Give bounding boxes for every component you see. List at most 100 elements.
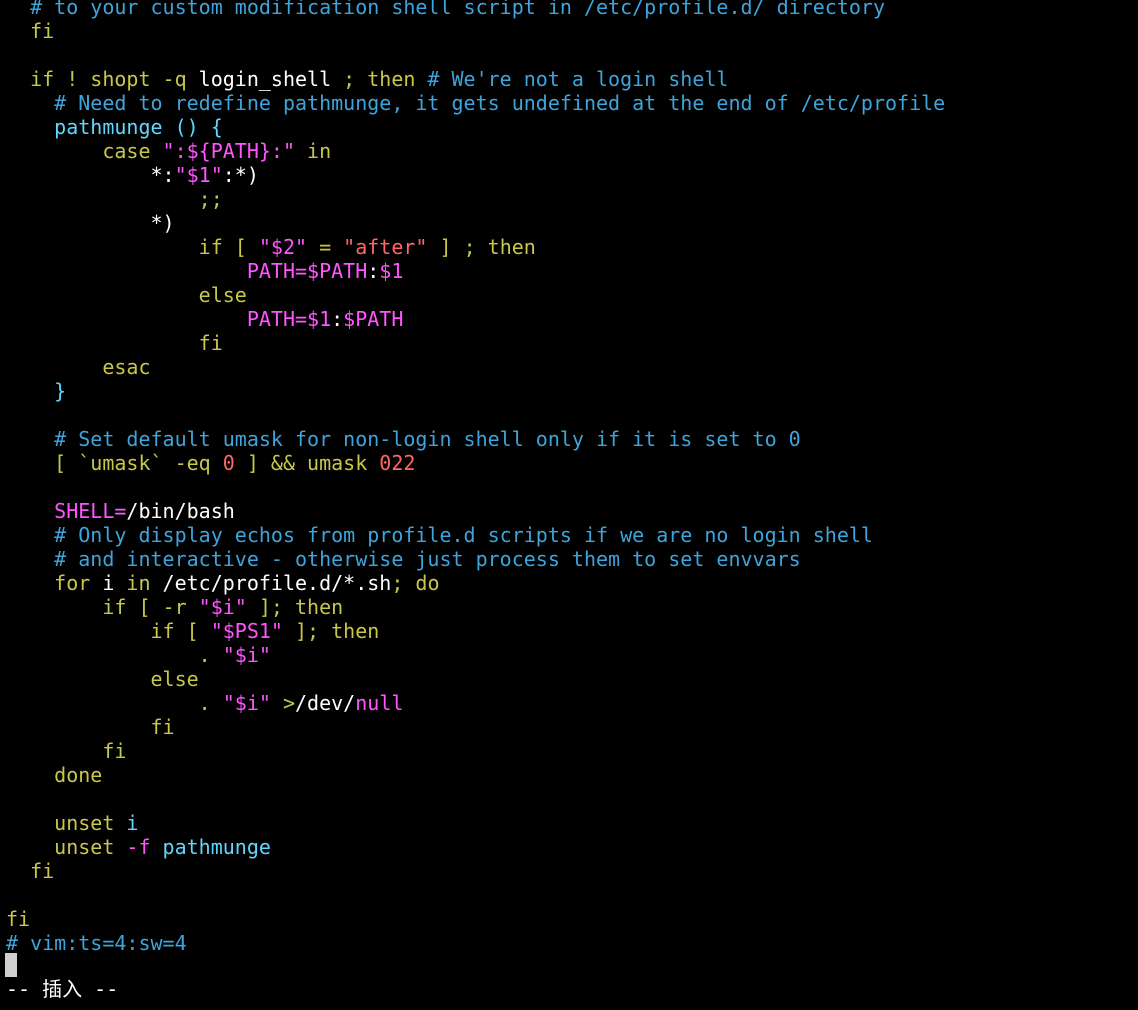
code-text: /etc/profile.d/*.sh xyxy=(162,571,392,595)
code-keyword: if [ xyxy=(6,235,259,259)
code-keyword: [ `umask` -eq xyxy=(6,451,223,475)
code-text: *) xyxy=(6,211,175,235)
code-line[interactable]: . "$i" >/dev/null xyxy=(6,691,404,715)
code-comment: # vim:ts=4:sw=4 xyxy=(6,931,187,955)
code-string: PATH=$1 xyxy=(6,307,332,331)
code-keyword: . xyxy=(6,643,223,667)
code-line[interactable]: # Need to redefine pathmunge, it gets un… xyxy=(6,91,945,115)
code-line[interactable]: PATH=$1:$PATH xyxy=(6,307,404,331)
code-keyword: fi xyxy=(6,331,223,355)
code-line[interactable]: if ! shopt -q login_shell ; then # We're… xyxy=(6,67,728,91)
code-string: ":${PATH}:" xyxy=(162,139,295,163)
code-keyword: esac xyxy=(6,355,151,379)
code-line[interactable]: fi xyxy=(6,907,30,931)
code-keyword: for xyxy=(6,571,103,595)
code-line[interactable]: SHELL=/bin/bash xyxy=(6,499,235,523)
code-line[interactable]: fi xyxy=(6,715,175,739)
code-string: "$i" xyxy=(222,691,271,715)
code-line[interactable]: ;; xyxy=(6,187,223,211)
code-line[interactable]: if [ "$2" = "after" ] ; then xyxy=(6,235,536,259)
code-line[interactable]: fi xyxy=(6,19,54,43)
code-identifier: pathmunge () { xyxy=(6,115,223,139)
code-comment: # Only display echos from profile.d scri… xyxy=(6,523,873,547)
code-identifier: } xyxy=(6,379,67,403)
code-keyword: else xyxy=(6,667,199,691)
code-keyword: unset xyxy=(6,811,127,835)
code-keyword: ;; xyxy=(6,187,223,211)
code-line[interactable]: unset i xyxy=(6,811,138,835)
code-string: $1 xyxy=(379,259,404,283)
code-string: $PATH xyxy=(343,307,404,331)
code-text: : xyxy=(331,307,344,331)
code-line[interactable]: [ `umask` -eq 0 ] && umask 022 xyxy=(6,451,415,475)
code-constant: 022 xyxy=(379,451,416,475)
code-string: "$PS1" xyxy=(210,619,283,643)
code-line[interactable]: # Only display echos from profile.d scri… xyxy=(6,523,873,547)
code-keyword: fi xyxy=(6,715,175,739)
code-line[interactable]: unset -f pathmunge xyxy=(6,835,271,859)
code-identifier: pathmunge xyxy=(162,835,271,859)
terminal-window[interactable]: # to your custom modification shell scri… xyxy=(0,0,1138,1010)
code-line[interactable]: else xyxy=(6,283,247,307)
code-line[interactable]: *) xyxy=(6,211,175,235)
code-string: "$i" xyxy=(198,595,247,619)
code-comment: # to your custom modification shell scri… xyxy=(6,0,885,19)
code-line[interactable]: fi xyxy=(6,739,126,763)
code-comment: # and interactive - otherwise just proce… xyxy=(6,547,801,571)
code-keyword: case xyxy=(6,139,163,163)
code-keyword: fi xyxy=(6,859,55,883)
code-string: "$1" xyxy=(174,163,223,187)
code-comment: # We're not a login shell xyxy=(427,67,729,91)
code-keyword: if [ xyxy=(6,619,211,643)
code-string: "$2" xyxy=(258,235,308,259)
code-constant: 0 xyxy=(222,451,235,475)
code-keyword xyxy=(6,163,151,187)
code-keyword: ; do xyxy=(391,571,440,595)
code-line[interactable]: pathmunge () { xyxy=(6,115,223,139)
code-line[interactable]: # to your custom modification shell scri… xyxy=(6,0,885,19)
code-string: PATH=$PATH xyxy=(6,259,368,283)
code-constant: "after" xyxy=(343,235,428,259)
code-line[interactable]: . "$i" xyxy=(6,643,271,667)
code-keyword: unset xyxy=(6,835,127,859)
code-text: /dev/ xyxy=(295,691,356,715)
code-keyword: if ! shopt -q xyxy=(6,67,199,91)
code-line[interactable]: fi xyxy=(6,331,223,355)
code-string: SHELL= xyxy=(6,499,127,523)
code-keyword: ] && umask xyxy=(234,451,380,475)
code-line[interactable]: *:"$1":*) xyxy=(6,163,259,187)
code-keyword: if [ -r xyxy=(6,595,199,619)
code-text: : xyxy=(367,259,380,283)
code-string: "$i" xyxy=(222,643,271,667)
code-text: i xyxy=(102,571,115,595)
code-line[interactable]: else xyxy=(6,667,199,691)
code-line[interactable]: } xyxy=(6,379,66,403)
code-comment: # Need to redefine pathmunge, it gets un… xyxy=(6,91,946,115)
code-string: null xyxy=(355,691,404,715)
code-line[interactable]: PATH=$PATH:$1 xyxy=(6,259,404,283)
code-identifier: i xyxy=(126,811,139,835)
code-line[interactable]: # Set default umask for non-login shell … xyxy=(6,427,801,451)
code-line[interactable]: esac xyxy=(6,355,151,379)
code-line[interactable]: # vim:ts=4:sw=4 xyxy=(6,931,187,955)
text-cursor xyxy=(5,953,17,977)
code-keyword: fi xyxy=(6,739,127,763)
code-line[interactable]: fi xyxy=(6,859,54,883)
code-text: login_shell xyxy=(198,67,332,91)
code-line[interactable]: case ":${PATH}:" in xyxy=(6,139,331,163)
code-line[interactable]: for i in /etc/profile.d/*.sh; do xyxy=(6,571,440,595)
code-line[interactable]: if [ -r "$i" ]; then xyxy=(6,595,343,619)
code-keyword: ] ; then xyxy=(427,235,536,259)
code-keyword: in xyxy=(295,139,332,163)
code-keyword: ]; then xyxy=(246,595,344,619)
code-line[interactable]: # and interactive - otherwise just proce… xyxy=(6,547,801,571)
code-text: *: xyxy=(150,163,175,187)
code-text: /bin/bash xyxy=(126,499,235,523)
code-keyword: ]; then xyxy=(282,619,380,643)
code-line[interactable]: if [ "$PS1" ]; then xyxy=(6,619,379,643)
code-string: -f xyxy=(126,835,163,859)
code-keyword: > xyxy=(270,691,296,715)
code-text: :*) xyxy=(222,163,259,187)
code-keyword: ; then xyxy=(331,67,428,91)
code-line[interactable]: done xyxy=(6,763,102,787)
